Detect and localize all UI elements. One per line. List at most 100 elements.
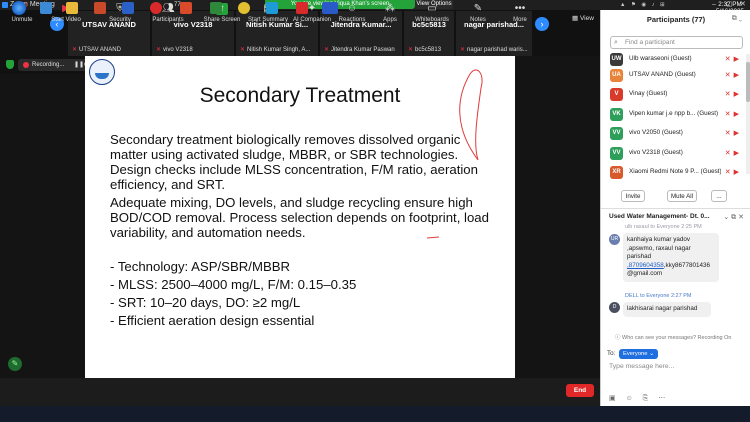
participant-row[interactable]: V Vinay (Guest) ✕▶︎ xyxy=(610,87,742,103)
smiley-icon: ☺ xyxy=(346,3,358,14)
ie-icon[interactable] xyxy=(40,2,52,14)
apps-icon: ⁂ xyxy=(385,3,395,14)
participant-row[interactable]: VV vivo V2318 (Guest) ✕▶︎ xyxy=(610,146,742,162)
participant-row[interactable]: UA UTSAV ANAND (Guest) ✕▶︎ xyxy=(610,68,742,84)
grid-icon: ▦ xyxy=(572,15,580,22)
more-icon: ••• xyxy=(514,3,526,14)
strip-view-label: View xyxy=(579,15,594,22)
unmute-label: Unmute xyxy=(11,17,33,23)
participant-row[interactable]: UW Ulb waraseoni (Guest) ✕▶︎ xyxy=(610,52,742,68)
powerpoint-icon[interactable] xyxy=(180,2,192,14)
tile-label: Nitish Kumar Singh, A... xyxy=(247,47,311,53)
system-tray-icons[interactable]: ▲ ⚑ ◉ ♪ ⊞ xyxy=(620,2,667,8)
start-button-icon[interactable] xyxy=(12,1,26,15)
chat-visibility-note[interactable]: ⓘ Who can see your messages? Recording O… xyxy=(615,333,731,341)
avatar: UW xyxy=(610,53,623,66)
media-player-icon[interactable] xyxy=(94,2,106,14)
zoom-window: Zoom Meeting – ▢ ✕ You are viewing Viqua… xyxy=(0,0,750,422)
whiteboards-button[interactable]: ▭ Whiteboards xyxy=(410,2,454,28)
popout-icon[interactable]: ⧉ ⌄ xyxy=(732,15,742,23)
more-options-button[interactable]: ... xyxy=(711,190,727,202)
participant-name: vivo V2050 (Guest) xyxy=(629,129,683,136)
participant-search-input[interactable]: ⌕ Find a participant xyxy=(610,36,743,49)
folder-icon[interactable] xyxy=(66,2,78,14)
participant-row[interactable]: VK Vipen kumar j.e npp b... (Guest) ✕▶︎ xyxy=(610,107,742,123)
participant-name: UTSAV ANAND (Guest) xyxy=(629,71,696,78)
recording-indicator[interactable]: Recording... ❚❚ ■ xyxy=(18,59,94,71)
pause-icon[interactable]: ❚❚ xyxy=(74,59,84,71)
zoom-taskbar-icon[interactable] xyxy=(322,2,338,14)
avatar: VK xyxy=(610,108,623,121)
mic-muted-icon: ✕ xyxy=(460,47,466,53)
chat-sender: DELL to Everyone 2:27 PM xyxy=(625,293,692,299)
security-label: Security xyxy=(109,17,131,23)
participant-name: Vipen kumar j.e npp b... (Guest) xyxy=(629,110,719,117)
notes-button[interactable]: ✎ Notes xyxy=(456,2,500,28)
invite-button[interactable]: Invite xyxy=(621,190,645,202)
start-summary-label: Start Summary xyxy=(247,17,288,23)
clock-date: 5/16/2025 xyxy=(715,8,744,15)
skype-icon[interactable] xyxy=(266,2,278,14)
avatar: V xyxy=(610,88,623,101)
excel-icon[interactable] xyxy=(210,2,222,14)
chat-recipient-value: Everyone xyxy=(623,351,648,357)
tile-label: bc5c5813 xyxy=(415,47,442,53)
end-button[interactable]: End xyxy=(566,384,594,397)
chat-recipient-select[interactable]: Everyone ⌄ xyxy=(619,349,658,359)
word-icon[interactable] xyxy=(122,2,134,14)
participant-name: Xiaomi Redmi Note 9 P... (Guest) xyxy=(629,168,721,175)
chat-message: kanhaiya kumar yadov ,apswmo, raxaul nag… xyxy=(623,233,719,282)
apps-button[interactable]: ⁂ Apps xyxy=(368,2,412,28)
mic-muted-icon: ✕ xyxy=(156,47,162,53)
participant-name: Ulb waraseoni (Guest) xyxy=(629,55,692,62)
taskbar-clock[interactable]: 2:32 PM 5/16/2025 xyxy=(710,1,750,15)
chat-to-label: To: xyxy=(607,350,616,357)
ai-companion-label: AI Companion xyxy=(292,17,332,23)
participant-name: Vinay (Guest) xyxy=(629,90,668,97)
participant-name: vivo V2318 (Guest) xyxy=(629,149,683,156)
share-margin-right xyxy=(515,56,600,378)
mic-muted-icon: ✕ xyxy=(72,47,78,53)
share-screen-label: Share Screen xyxy=(203,17,241,23)
share-margin-left xyxy=(0,74,85,378)
mic-video-off-icon: ✕▶︎ xyxy=(724,91,742,98)
avatar: XR xyxy=(610,166,623,179)
people-icon: 👥︎ xyxy=(162,3,175,14)
windows-taskbar xyxy=(0,406,750,422)
chat-title: Used Water Management- Dt. 0... xyxy=(609,213,710,220)
chat-message-input[interactable]: Type message here... xyxy=(609,363,674,370)
annotation-ink xyxy=(426,69,483,239)
mic-video-off-icon: ✕▶︎ xyxy=(724,169,742,176)
more-label: More xyxy=(513,17,527,23)
avatar: VV xyxy=(610,127,623,140)
mute-all-button[interactable]: Mute All xyxy=(667,190,697,202)
acrobat-icon[interactable] xyxy=(296,2,308,14)
clock-time: 2:32 PM xyxy=(718,1,742,8)
chat-message: lakhisarai nagar parishad xyxy=(623,302,711,317)
chrome-icon[interactable] xyxy=(238,2,250,14)
strip-view-button[interactable]: ▦ View xyxy=(572,14,594,22)
opera-icon[interactable] xyxy=(150,2,162,14)
chat-popout-icon[interactable]: ⌄ ⧉ ✕ xyxy=(723,213,744,222)
recording-label: Recording... xyxy=(32,62,65,68)
panel-divider xyxy=(601,208,750,209)
phone-link[interactable]: ,8709604358 xyxy=(627,262,664,269)
mic-muted-icon: ✕ xyxy=(240,47,246,53)
mic-muted-icon: ✕ xyxy=(408,47,414,53)
chat-visibility-text: Who can see your messages? Recording On xyxy=(622,335,732,341)
search-icon: ⌕ xyxy=(614,39,618,46)
shield-icon[interactable] xyxy=(6,60,14,69)
start-video-label: Start Video xyxy=(51,17,81,23)
mic-video-off-icon: ✕▶︎ xyxy=(724,130,742,137)
pencil-icon[interactable]: ✎ xyxy=(8,357,22,371)
notes-icon: ✎ xyxy=(473,3,483,14)
more-button[interactable]: ••• More xyxy=(498,2,542,28)
mic-video-off-icon: ✕▶︎ xyxy=(724,111,742,118)
mic-video-off-icon: ✕▶︎ xyxy=(724,72,742,79)
participants-title: Participants (77) xyxy=(646,15,706,24)
chat-tools[interactable]: ▣ ☺ ⎘ ⋯ xyxy=(609,394,669,403)
participants-scrollbar[interactable] xyxy=(746,54,750,174)
participant-row[interactable]: XR Xiaomi Redmi Note 9 P... (Guest) ✕▶︎ xyxy=(610,165,742,181)
participant-row[interactable]: VV vivo V2050 (Guest) ✕▶︎ xyxy=(610,126,742,142)
meeting-toolbar xyxy=(0,378,600,406)
